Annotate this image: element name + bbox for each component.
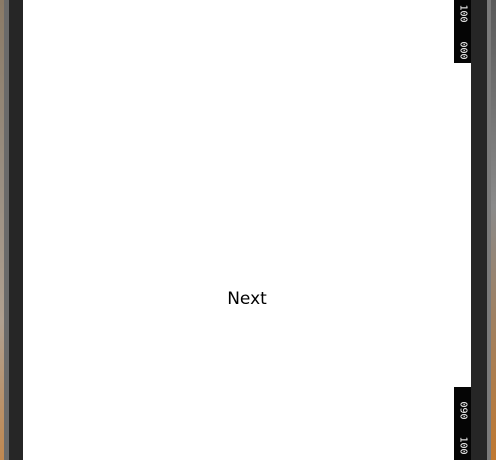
right-background-edge <box>491 0 496 460</box>
screen: Next 100 000 090 100 <box>0 0 496 460</box>
ruler-label: 100 <box>457 436 469 455</box>
left-frame <box>9 0 23 460</box>
right-frame <box>471 0 487 460</box>
ruler-label: 090 <box>457 401 469 420</box>
ruler-marker-top: 100 000 <box>454 0 471 63</box>
ruler-marker-bottom: 090 100 <box>454 387 471 460</box>
ruler-label: 000 <box>457 41 469 60</box>
content-panel: Next <box>23 0 471 460</box>
next-button[interactable]: Next <box>23 289 471 309</box>
ruler-strip: 100 000 090 100 <box>454 0 471 460</box>
ruler-label: 100 <box>457 4 469 23</box>
